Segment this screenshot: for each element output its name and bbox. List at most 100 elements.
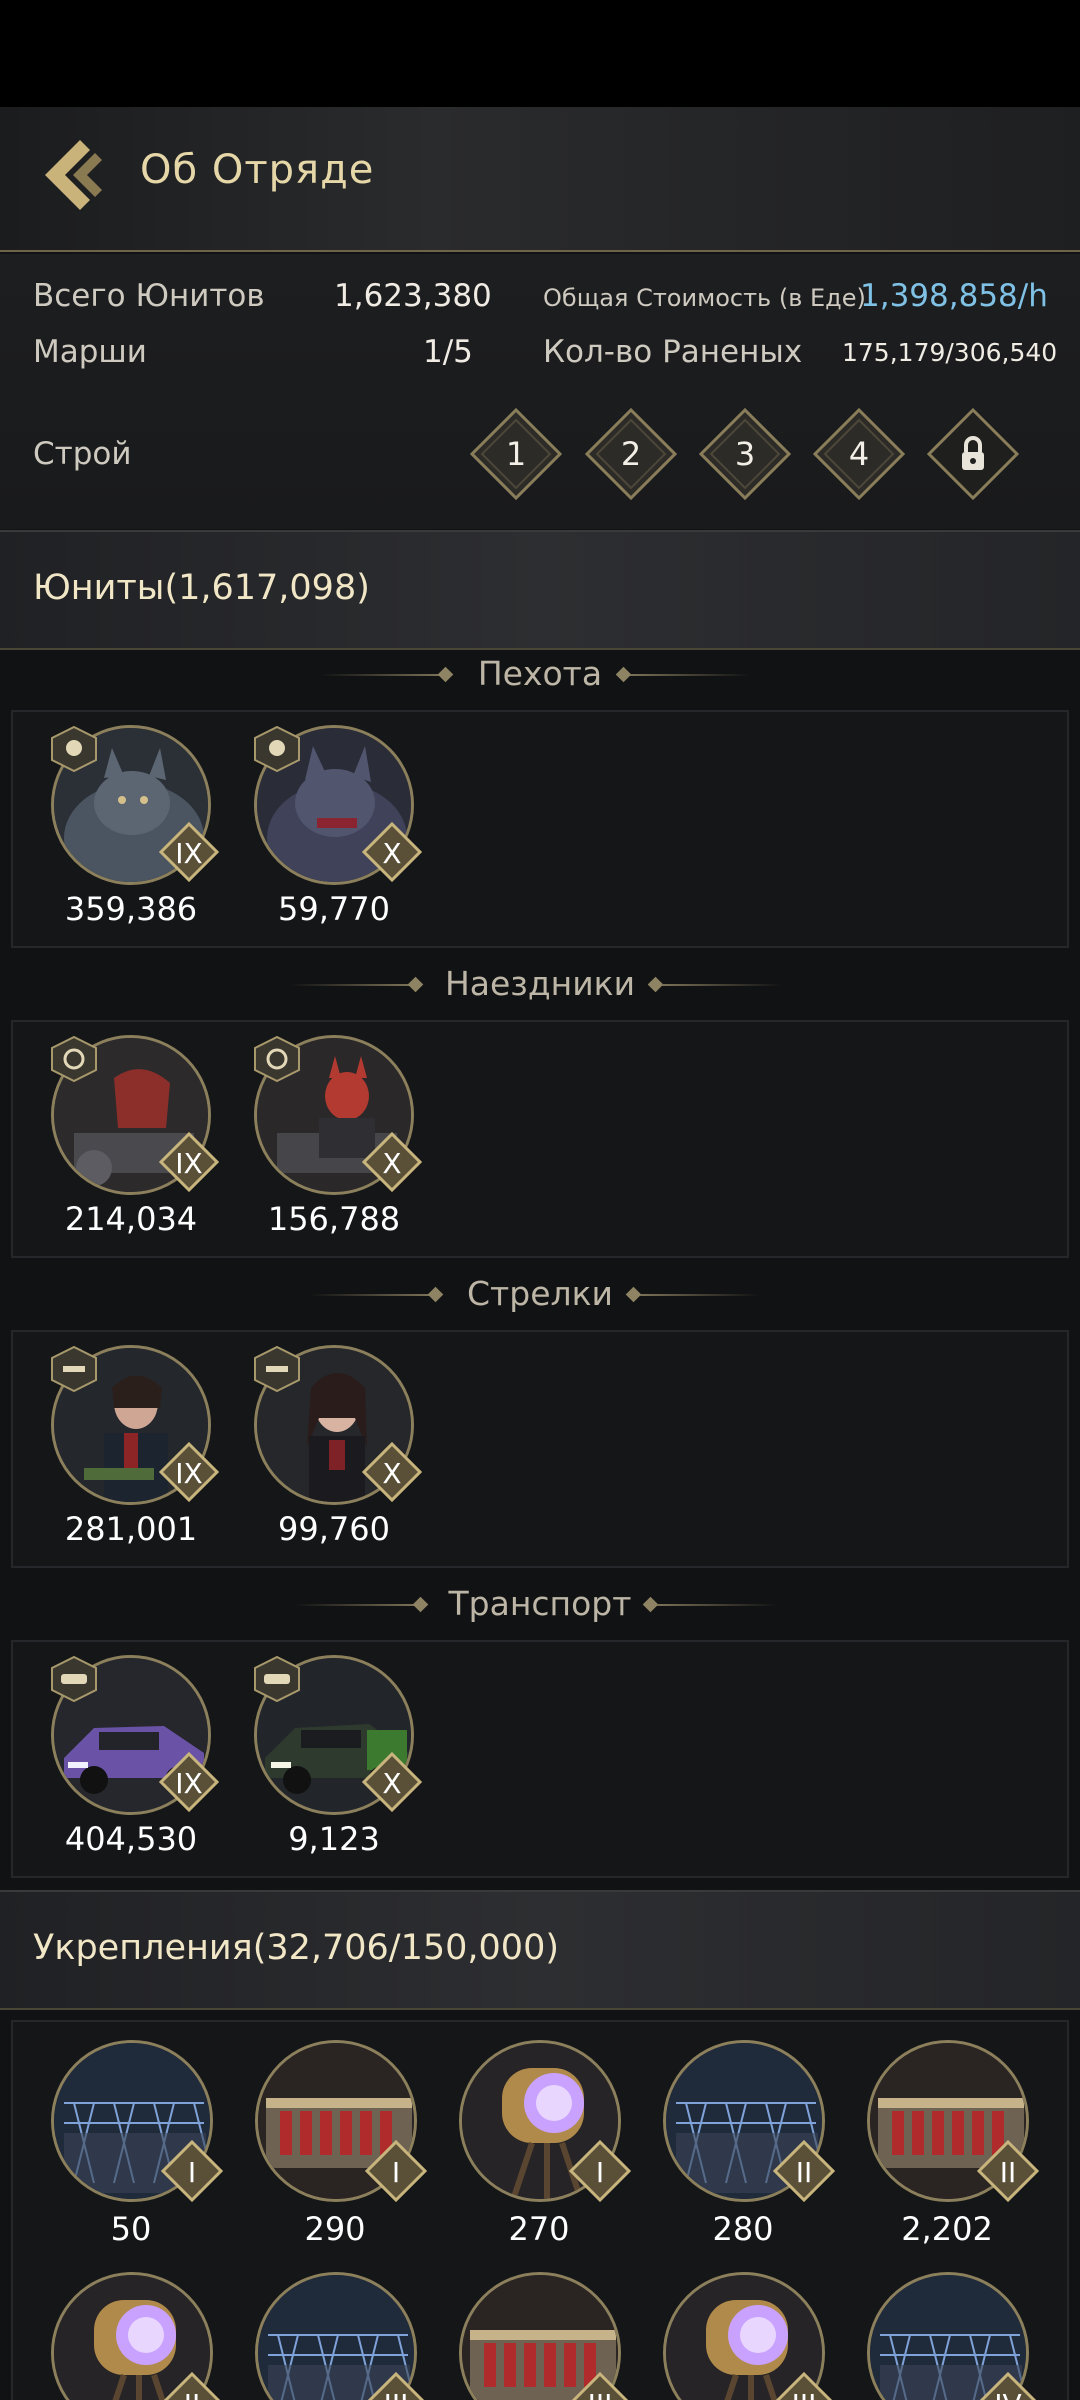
- fortification-card[interactable]: III: [459, 2272, 629, 2400]
- formation-2-button[interactable]: 2: [584, 407, 678, 501]
- fortification-card[interactable]: II 280: [663, 2040, 836, 2270]
- svg-text:X: X: [382, 1147, 401, 1180]
- unit-card[interactable]: X 99,760: [216, 1332, 423, 1552]
- unit-count: 59,770: [278, 890, 390, 928]
- fortification-card[interactable]: III: [663, 2272, 833, 2400]
- tier-badge: II: [161, 2371, 223, 2400]
- transport-type-icon: [254, 1655, 300, 1703]
- group-box-transport: IX 404,530 X 9,123: [11, 1640, 1069, 1878]
- svg-text:IX: IX: [175, 1457, 202, 1490]
- unit-card[interactable]: IX 214,034: [13, 1022, 220, 1242]
- tier-badge: IX: [158, 1441, 220, 1503]
- infantry-type-icon: [51, 725, 97, 773]
- svg-text:III: III: [384, 2388, 409, 2400]
- tier-badge: X: [361, 1441, 423, 1503]
- tier-badge: IX: [158, 821, 220, 883]
- svg-text:I: I: [596, 2156, 604, 2189]
- tier-badge: IX: [158, 1751, 220, 1813]
- svg-text:I: I: [188, 2156, 196, 2189]
- svg-text:II: II: [796, 2156, 813, 2189]
- tier-badge: I: [160, 2139, 224, 2203]
- group-title-shooters: Стрелки: [0, 1270, 1080, 1320]
- unit-card[interactable]: IX 281,001: [13, 1332, 220, 1552]
- fortifications-grid: I50I290I270II280II2,202IIIIIIIIIIIIV: [11, 2020, 1069, 2400]
- unit-card[interactable]: IX 359,386: [13, 712, 220, 932]
- formation-locked-button[interactable]: [926, 407, 1020, 501]
- unit-card[interactable]: X 9,123: [216, 1642, 423, 1862]
- svg-text:X: X: [382, 1767, 401, 1800]
- group-box-shooters: IX 281,001 X 99,760: [11, 1330, 1069, 1568]
- unit-count: 214,034: [64, 1200, 198, 1238]
- svg-text:IV: IV: [994, 2388, 1021, 2400]
- units-section-header[interactable]: Юниты(1,617,098): [0, 530, 1080, 650]
- formation-3-button[interactable]: 3: [698, 407, 792, 501]
- svg-text:X: X: [382, 837, 401, 870]
- svg-text:IX: IX: [175, 837, 202, 870]
- unit-count: 281,001: [64, 1510, 198, 1548]
- tier-badge: X: [361, 1751, 423, 1813]
- tier-badge: III: [365, 2371, 427, 2400]
- group-box-infantry: IX 359,386 X 59,770: [11, 710, 1069, 948]
- group-title-infantry: Пехота: [0, 650, 1080, 700]
- group-title-label: Стрелки: [467, 1274, 613, 1313]
- chevron-left-icon: [45, 140, 102, 210]
- formation-1-button[interactable]: 1: [469, 407, 563, 501]
- tier-badge: III: [569, 2371, 631, 2400]
- shooter-type-icon: [51, 1345, 97, 1393]
- wounded-label: Кол-во Раненых: [543, 334, 803, 370]
- header: Об Отряде: [0, 107, 1080, 252]
- svg-text:III: III: [588, 2388, 613, 2400]
- total-cost-label: Общая Стоимость (в Еде): [543, 284, 866, 312]
- svg-text:2: 2: [621, 435, 641, 473]
- tier-badge: IV: [977, 2371, 1039, 2400]
- total-units-label: Всего Юнитов: [33, 278, 265, 314]
- unit-count: 156,788: [267, 1200, 401, 1238]
- marches-value: 1/5: [423, 334, 473, 370]
- group-title-label: Транспорт: [448, 1584, 632, 1623]
- total-cost-value: 1,398,858/h: [860, 278, 1048, 314]
- fortification-card[interactable]: IV: [867, 2272, 1037, 2400]
- unit-count: 359,386: [64, 890, 198, 928]
- tier-badge: IX: [158, 1131, 220, 1193]
- svg-text:II: II: [1000, 2156, 1017, 2189]
- formation-diamond-icon: 3: [698, 407, 792, 501]
- rider-type-icon: [51, 1035, 97, 1083]
- formation-diamond-icon: 2: [584, 407, 678, 501]
- fortifications-section-header[interactable]: Укрепления(32,706/150,000): [0, 1890, 1080, 2010]
- svg-text:1: 1: [506, 435, 526, 473]
- svg-text:3: 3: [735, 435, 755, 473]
- fortification-card[interactable]: I 290: [255, 2040, 428, 2270]
- transport-type-icon: [51, 1655, 97, 1703]
- svg-text:4: 4: [849, 435, 869, 473]
- tier-badge: I: [568, 2139, 632, 2203]
- formation-4-button[interactable]: 4: [812, 407, 906, 501]
- group-title-riders: Наездники: [0, 960, 1080, 1010]
- svg-text:I: I: [392, 2156, 400, 2189]
- fortification-card[interactable]: I 270: [459, 2040, 632, 2270]
- svg-text:X: X: [382, 1457, 401, 1490]
- group-title-label: Наездники: [444, 964, 636, 1003]
- unit-count: 404,530: [64, 1820, 198, 1858]
- fortification-card[interactable]: II: [51, 2272, 221, 2400]
- fortifications-section-title: Укрепления(32,706/150,000): [33, 1928, 559, 1968]
- total-units-value: 1,623,380: [334, 278, 492, 314]
- svg-text:II: II: [184, 2388, 201, 2400]
- fortification-count: 50: [110, 2210, 152, 2248]
- group-title-label: Пехота: [477, 654, 603, 693]
- svg-text:IX: IX: [175, 1147, 202, 1180]
- unit-card[interactable]: X 59,770: [216, 712, 423, 932]
- unit-card[interactable]: IX 404,530: [13, 1642, 220, 1862]
- tier-badge: X: [361, 1131, 423, 1193]
- fortification-count: 270: [508, 2210, 570, 2248]
- tier-badge: II: [976, 2139, 1040, 2203]
- back-button[interactable]: [40, 135, 110, 215]
- fortification-card[interactable]: II 2,202: [867, 2040, 1040, 2270]
- fortification-card[interactable]: III: [255, 2272, 425, 2400]
- tier-badge: X: [361, 821, 423, 883]
- marches-label: Марши: [33, 334, 147, 370]
- page-title: Об Отряде: [140, 147, 375, 193]
- status-bar: [0, 0, 1080, 107]
- fortification-card[interactable]: I 50: [51, 2040, 224, 2270]
- lock-icon: [926, 407, 1020, 501]
- unit-card[interactable]: X 156,788: [216, 1022, 423, 1242]
